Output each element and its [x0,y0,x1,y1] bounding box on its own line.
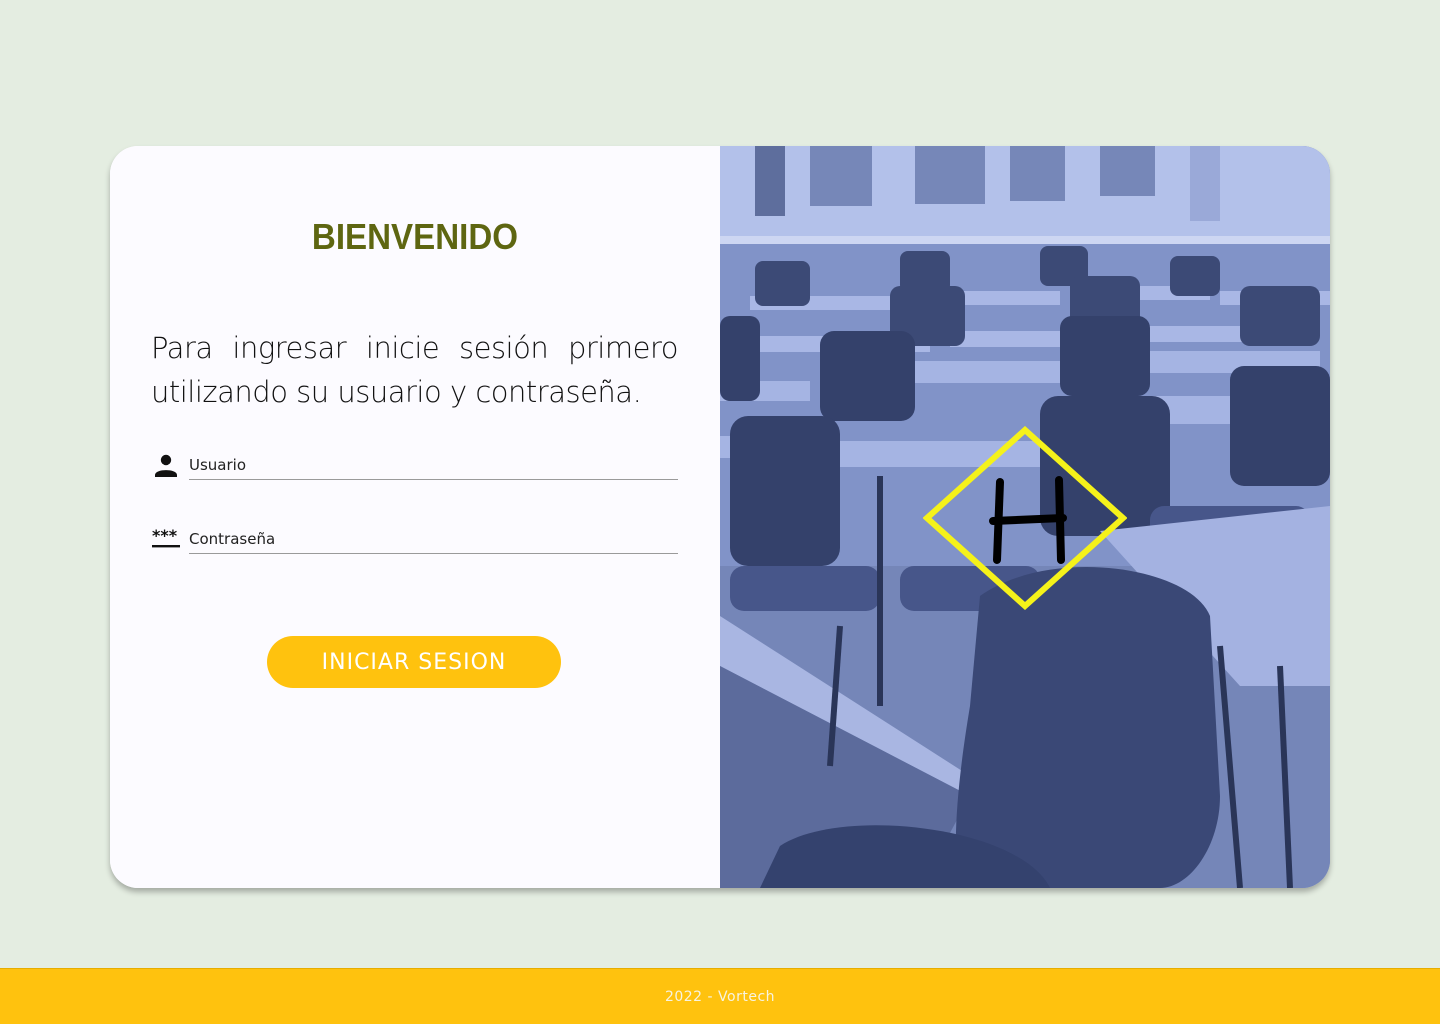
intro-text: Para ingresar inicie sesión primero util… [151,331,679,409]
school-logo-icon [923,426,1127,610]
page-footer: 2022 - Vortech [0,968,1440,1024]
login-button[interactable]: INICIAR SESION [267,636,561,688]
password-field: *** [151,526,678,556]
username-field [151,452,678,482]
login-page: BIENVENIDO Para ingresar inicie sesión p… [0,0,1440,1024]
username-input[interactable] [189,454,678,476]
svg-text:***: *** [152,526,178,545]
welcome-title: BIENVENIDO [311,216,519,257]
password-input[interactable] [189,528,678,550]
password-icon: *** [151,526,181,554]
username-underline [189,479,678,480]
person-icon [151,452,181,480]
password-underline [189,553,678,554]
login-card: BIENVENIDO Para ingresar inicie sesión p… [110,146,1330,888]
classroom-photo [720,146,1330,888]
login-panel: BIENVENIDO Para ingresar inicie sesión p… [110,146,720,888]
